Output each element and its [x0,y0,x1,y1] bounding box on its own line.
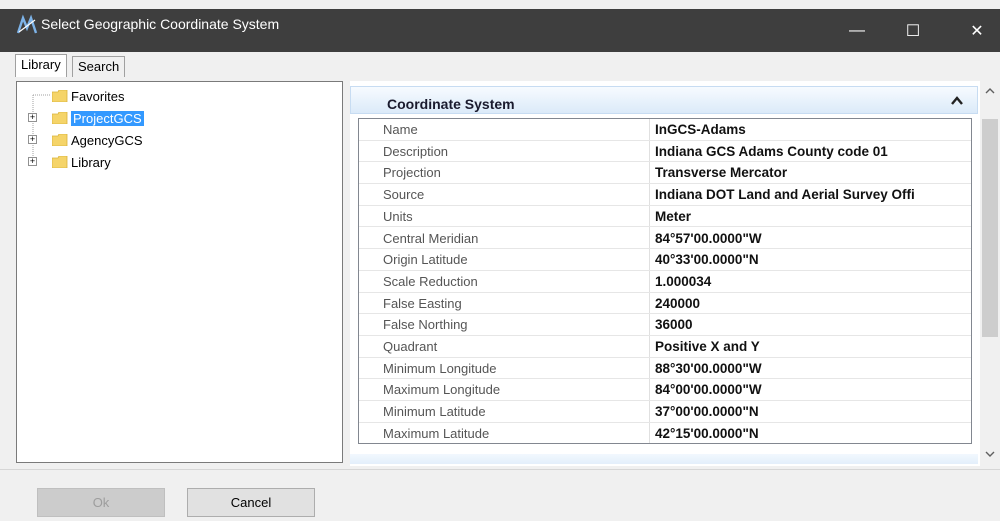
property-value: Transverse Mercator [655,165,788,181]
folder-icon [52,112,68,124]
property-value: 36000 [655,317,693,333]
cancel-button[interactable]: Cancel [187,488,315,517]
expand-toggle-icon[interactable]: + [28,135,37,144]
property-value: Indiana DOT Land and Aerial Survey Offi [655,187,915,203]
property-name: Quadrant [383,339,438,354]
table-row[interactable]: Maximum Longitude 84°00'00.0000"W [359,379,971,402]
close-icon: ✕ [970,22,984,40]
table-row[interactable]: Scale Reduction 1.000034 [359,271,971,293]
property-value: Positive X and Y [655,339,760,354]
property-name: Name [383,122,418,137]
property-value: Meter [655,208,692,224]
tab-library[interactable]: Library [15,54,67,77]
scroll-down-icon[interactable] [985,449,995,459]
tab-strip [0,52,1000,76]
property-name: Source [383,187,425,203]
property-name: Origin Latitude [383,252,468,268]
tree-item-favorites[interactable]: Favorites [52,87,124,105]
maximize-icon: ☐ [905,22,921,40]
section-title: Coordinate System [387,96,515,112]
expand-toggle-icon[interactable]: + [28,157,37,166]
ok-button[interactable]: Ok [37,488,165,517]
table-row[interactable]: Quadrant Positive X and Y [359,336,971,358]
tree-item-label: Library [71,154,111,170]
property-name: Scale Reduction [383,273,478,289]
property-name: Maximum Latitude [383,425,490,441]
property-value: InGCS-Adams [655,122,746,137]
chevron-up-icon[interactable] [951,95,963,107]
property-name: False Northing [383,317,468,333]
property-value: 1.000034 [655,273,712,289]
table-row[interactable]: Projection Transverse Mercator [359,162,971,185]
table-row[interactable]: Description Indiana GCS Adams County code… [359,141,971,163]
property-name: Units [383,208,413,224]
tree-item-label: Favorites [71,88,125,104]
folder-icon [52,134,68,146]
library-tree[interactable]: Favorites + ProjectGCS + AgencyGCS + Lib… [16,81,343,463]
property-name: Maximum Longitude [383,382,501,398]
table-row[interactable]: Name InGCS-Adams [359,119,971,141]
scrollbar-thumb[interactable] [982,119,998,337]
window-title: Select Geographic Coordinate System [41,16,280,32]
minimize-button[interactable]: — [834,9,880,52]
top-strip [0,0,1000,9]
tree-item-library[interactable]: Library [52,153,111,171]
property-value: 37°00'00.0000"N [655,404,759,420]
minimize-icon: — [849,21,865,39]
expand-toggle-icon[interactable]: + [28,113,37,122]
property-name: Description [383,143,449,159]
table-row[interactable]: Central Meridian 84°57'00.0000"W [359,228,971,250]
divider [0,469,1000,470]
vertical-scrollbar[interactable] [980,81,1000,466]
table-row[interactable]: Maximum Latitude 42°15'00.0000"N [359,423,971,443]
tab-search[interactable]: Search [72,56,126,77]
table-row[interactable]: Source Indiana DOT Land and Aerial Survey… [359,184,971,206]
table-row[interactable]: Minimum Latitude 37°00'00.0000"N [359,401,971,423]
properties-table: Name InGCS-Adams Description Indiana GCS A… [358,118,972,444]
property-value: 42°15'00.0000"N [655,425,759,441]
property-value: Indiana GCS Adams County code 01 [655,143,888,159]
tree-item-agencygcs[interactable]: AgencyGCS [52,131,143,149]
property-name: Projection [383,165,441,181]
details-panel: Coordinate System Name InGCS-Adams Descri… [350,81,980,466]
maximize-button[interactable]: ☐ [890,9,936,52]
property-value: 84°57'00.0000"W [655,230,762,246]
property-name: Central Meridian [383,230,479,246]
tree-item-label: AgencyGCS [71,132,143,148]
property-name: Minimum Longitude [383,360,497,376]
table-row[interactable]: False Northing 36000 [359,314,971,336]
app-logo-icon [16,14,38,36]
close-button[interactable]: ✕ [954,9,1000,52]
section-footer [350,454,978,464]
table-row[interactable]: Origin Latitude 40°33'00.0000"N [359,249,971,271]
property-name: Minimum Latitude [383,404,486,420]
scroll-up-icon[interactable] [985,86,995,96]
folder-icon [52,156,68,168]
property-name: False Easting [383,295,462,311]
tree-item-projectgcs[interactable]: ProjectGCS [52,109,144,127]
section-header[interactable]: Coordinate System [350,86,978,114]
tree-item-label: ProjectGCS [71,110,144,126]
property-value: 40°33'00.0000"N [655,252,759,268]
table-row[interactable]: False Easting 240000 [359,293,971,315]
property-value: 84°00'00.0000"W [655,382,762,398]
table-row[interactable]: Minimum Longitude 88°30'00.0000"W [359,358,971,380]
folder-icon [52,90,68,102]
property-value: 88°30'00.0000"W [655,360,762,376]
table-row[interactable]: Units Meter [359,206,971,228]
property-value: 240000 [655,295,701,311]
